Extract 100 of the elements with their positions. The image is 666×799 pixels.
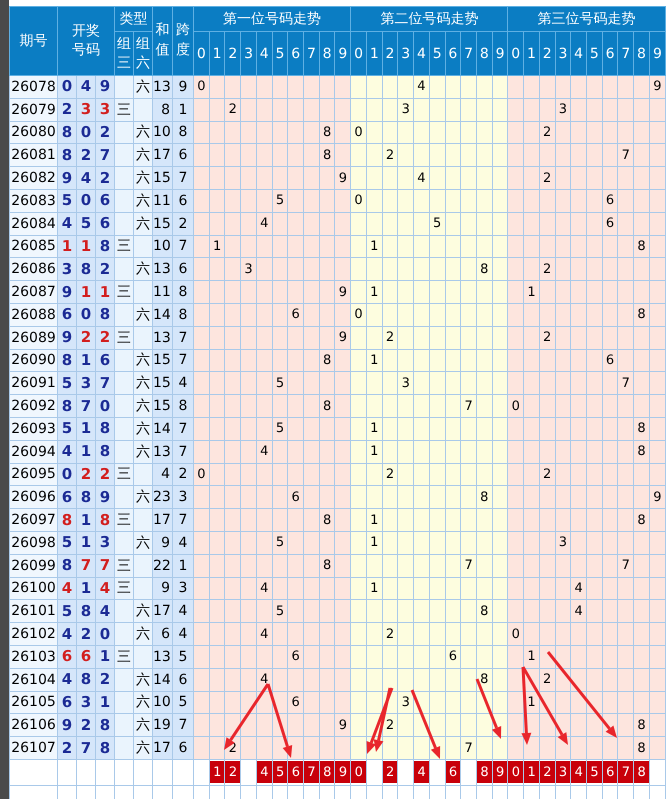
drawn-digit: 2 [76,622,96,646]
tally-box: 4 [256,761,272,784]
column-header: 1 [527,46,536,62]
period-cell: 26081 [10,144,58,167]
span-value: 6 [172,668,194,692]
tally-box: 7 [618,761,634,784]
column-header: 0 [354,46,364,62]
drawn-digit: 4 [96,600,115,623]
span-value: 8 [172,280,194,304]
drawn-digit: 8 [96,417,115,440]
type-mark: 六 [134,76,153,98]
drawn-digit: 3 [76,691,96,714]
span-value: 7 [172,235,194,258]
drawn-digit: 5 [58,372,76,395]
drawn-digit: 9 [58,714,76,737]
tally-box: 9 [492,761,508,784]
sum-value: 15 [152,166,173,190]
span-value: 5 [172,645,194,668]
drawn-digit: 3 [96,531,115,554]
drawn-digit: 3 [76,98,96,122]
sum-value: 11 [152,189,173,212]
sum-value: 19 [152,714,173,737]
period-cell: 26106 [10,714,58,737]
span-value: 2 [172,212,194,236]
type-mark: 三 [114,554,134,578]
span-value: 8 [172,394,194,418]
drawn-digit: 8 [96,736,115,760]
sum-value: 9 [152,531,173,554]
drawn-digit: 8 [58,554,76,578]
tally-box: 3 [556,761,571,784]
type-mark: 三 [114,98,134,122]
span-value: 7 [172,508,194,532]
column-header: 4 [416,46,426,62]
span-value: 6 [172,258,194,281]
drawn-digit: 1 [76,349,96,372]
column-header: 4 [574,46,584,62]
period-cell: 26087 [10,280,58,304]
type-mark: 六 [134,622,153,646]
span-value: 3 [172,577,194,600]
tally-box: 8 [634,761,650,784]
tally-box: 1 [524,761,540,784]
type-mark: 三 [114,463,134,486]
period-cell: 26089 [10,326,58,350]
drawn-digit: 6 [76,645,96,668]
drawn-digit: 5 [76,212,96,236]
tally-box: 1 [210,761,225,784]
drawn-digit: 1 [76,417,96,440]
period-cell: 26097 [10,508,58,532]
column-header: 7 [464,46,474,62]
column-header: 期号 [20,33,48,49]
type-mark: 六 [134,189,153,212]
drawn-digit: 9 [96,76,115,98]
drawn-digit: 6 [58,645,76,668]
type-mark: 六 [134,212,153,236]
period-cell: 26105 [10,691,58,714]
drawn-digit: 2 [76,144,96,167]
period-cell: 26083 [10,189,58,212]
drawn-digit: 7 [96,372,115,395]
tally-box: 8 [476,761,492,784]
sum-value: 17 [152,736,173,760]
drawn-digit: 5 [58,189,76,212]
column-header: 第三位号码走势 [538,11,636,27]
drawn-digit: 0 [58,76,76,98]
drawn-digit: 1 [76,440,96,464]
type-mark: 六 [134,303,153,326]
column-header: 第二位号码走势 [380,11,478,27]
drawn-digit: 6 [58,303,76,326]
drawn-digit: 5 [58,531,76,554]
span-value: 6 [172,736,194,760]
sum-value: 13 [152,258,173,281]
tally-box: 6 [602,761,618,784]
column-header: 8 [637,46,646,62]
type-mark: 六 [134,121,153,144]
drawn-digit: 1 [76,577,96,600]
period-cell: 26091 [10,372,58,395]
period-cell: 26092 [10,394,58,418]
span-value: 4 [172,622,194,646]
drawn-digit: 0 [76,303,96,326]
type-mark: 六 [134,394,153,418]
tally-box: 2 [225,761,240,784]
drawn-digit: 1 [76,531,96,554]
period-cell: 26078 [10,76,58,98]
drawn-digit: 4 [58,577,76,600]
sum-value: 17 [152,144,173,167]
type-mark: 六 [134,668,153,692]
drawn-digit: 2 [96,463,115,486]
drawn-digit: 2 [96,258,115,281]
drawn-digit: 4 [96,577,115,600]
sum-value: 8 [152,98,173,122]
column-header: 9 [496,46,504,62]
drawn-digit: 4 [58,668,76,692]
type-mark: 六 [134,600,153,623]
drawn-digit: 2 [76,714,96,737]
sum-value: 22 [152,554,173,578]
period-cell: 26079 [10,98,58,122]
column-header: 2 [386,46,394,62]
drawn-digit: 7 [76,394,96,418]
column-header: 9 [338,46,348,62]
sum-value: 10 [152,121,173,144]
sum-value: 6 [152,622,173,646]
